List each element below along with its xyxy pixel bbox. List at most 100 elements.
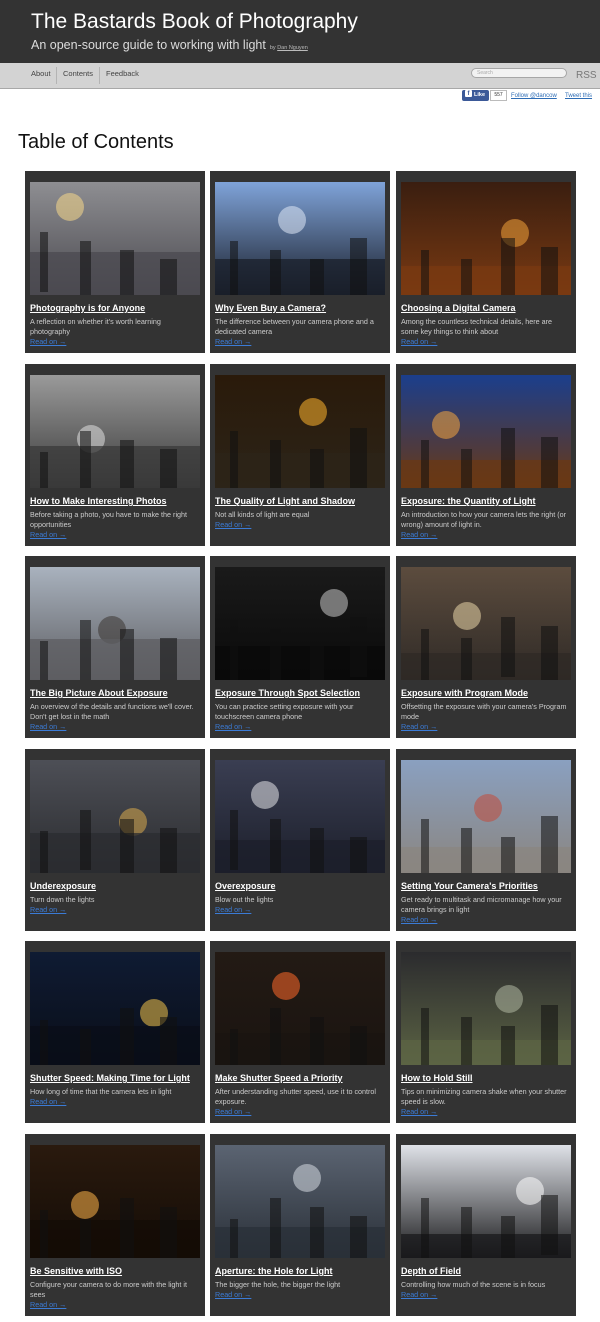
toc-card[interactable]: Underexposure Turn down the lights Read on…: [25, 749, 205, 931]
facebook-like-button[interactable]: f Like: [462, 90, 489, 101]
read-on-link[interactable]: Read on →: [30, 722, 66, 731]
nav-about-link[interactable]: About: [31, 69, 51, 78]
toc-card[interactable]: Why Even Buy a Camera? The difference bet…: [210, 171, 390, 353]
page-title: Table of Contents: [18, 131, 174, 153]
city-crosswalk-sunset-photo[interactable]: [30, 182, 200, 295]
search-input[interactable]: [471, 68, 567, 78]
toc-card-title-link[interactable]: Exposure with Program Mode: [401, 688, 573, 698]
follow-link[interactable]: Follow @dancow: [511, 93, 557, 99]
colosseum-night-photo[interactable]: [401, 375, 571, 488]
byline-author-link[interactable]: Dan Nguyen: [277, 45, 308, 51]
toc-card-title-link[interactable]: Setting Your Camera's Priorities: [401, 881, 573, 891]
dark-alley-photo[interactable]: [215, 567, 385, 680]
toc-card-description: After understanding shutter speed, use i…: [215, 1087, 385, 1117]
basketball-gym-photo[interactable]: [30, 375, 200, 488]
read-on-link[interactable]: Read on →: [401, 530, 437, 539]
toc-card-title-link[interactable]: Choosing a Digital Camera: [401, 303, 573, 313]
toc-card-title-link[interactable]: Be Sensitive with ISO: [30, 1266, 202, 1276]
toc-card[interactable]: The Quality of Light and Shadow Not all k…: [210, 364, 390, 546]
rainy-street-photo[interactable]: [30, 760, 200, 873]
city-skyline-rooftop-photo[interactable]: [30, 567, 200, 680]
toc-card-description-text: Tips on minimizing camera shake when you…: [401, 1087, 567, 1106]
phone-photographer-silhouette-photo[interactable]: [215, 182, 385, 295]
read-on-link[interactable]: Read on →: [401, 722, 437, 731]
toc-card-description: You can practice setting exposure with y…: [215, 702, 385, 732]
toc-card[interactable]: Overexposure Blow out the lights Read on →: [210, 749, 390, 931]
read-on-link[interactable]: Read on →: [215, 722, 251, 731]
tagline-text: An open-source guide to working with lig…: [31, 38, 266, 52]
read-on-link[interactable]: Read on →: [401, 1290, 437, 1299]
toc-card[interactable]: Choosing a Digital Camera Among the count…: [396, 171, 576, 353]
nav-contents-link[interactable]: Contents: [63, 69, 93, 78]
toc-card-title-link[interactable]: How to Hold Still: [401, 1073, 573, 1083]
toc-card-description-text: Offsetting the exposure with your camera…: [401, 702, 567, 721]
read-on-link[interactable]: Read on →: [215, 1107, 251, 1116]
read-on-link[interactable]: Read on →: [401, 1107, 437, 1116]
read-on-link[interactable]: Read on →: [30, 905, 66, 914]
toc-card[interactable]: Exposure Through Spot Selection You can p…: [210, 556, 390, 738]
toc-card[interactable]: Aperture: the Hole for Light The bigger t…: [210, 1134, 390, 1316]
tweet-link[interactable]: Tweet this: [565, 93, 592, 99]
toc-card[interactable]: Exposure with Program Mode Offsetting the…: [396, 556, 576, 738]
nav-divider: [56, 67, 57, 84]
toc-card-description-text: Get ready to multitask and micromanage h…: [401, 895, 562, 914]
read-on-link[interactable]: Read on →: [30, 337, 66, 346]
toc-card[interactable]: Photography is for Anyone A reflection on…: [25, 171, 205, 353]
police-officers-photo[interactable]: [215, 760, 385, 873]
read-on-link[interactable]: Read on →: [401, 337, 437, 346]
read-on-link[interactable]: Read on →: [30, 530, 66, 539]
toc-card[interactable]: Shutter Speed: Making Time for Light How …: [25, 941, 205, 1123]
toc-card-title-link[interactable]: Photography is for Anyone: [30, 303, 202, 313]
toc-card-title-link[interactable]: Why Even Buy a Camera?: [215, 303, 387, 313]
toc-card-description-text: After understanding shutter speed, use i…: [215, 1087, 377, 1106]
nav-divider: [99, 67, 100, 84]
site-title[interactable]: The Bastards Book of Photography: [31, 10, 358, 34]
read-on-link[interactable]: Read on →: [30, 1300, 66, 1309]
toc-card-title-link[interactable]: The Quality of Light and Shadow: [215, 496, 387, 506]
read-on-link[interactable]: Read on →: [215, 905, 251, 914]
toc-card-description-text: How long of time that the camera lets in…: [30, 1087, 172, 1096]
toc-card-title-link[interactable]: Exposure Through Spot Selection: [215, 688, 387, 698]
cloudy-skyline-photo[interactable]: [215, 1145, 385, 1258]
toc-card[interactable]: Exposure: the Quantity of Light An introd…: [396, 364, 576, 546]
toc-card-title-link[interactable]: The Big Picture About Exposure: [30, 688, 202, 698]
rss-link[interactable]: RSS: [576, 70, 597, 81]
toc-card-title-link[interactable]: Shutter Speed: Making Time for Light: [30, 1073, 202, 1083]
concert-crowd-photo[interactable]: [401, 1145, 571, 1258]
read-on-link[interactable]: Read on →: [215, 520, 251, 529]
read-on-link[interactable]: Read on →: [215, 1290, 251, 1299]
toc-card-title-link[interactable]: Aperture: the Hole for Light: [215, 1266, 387, 1276]
toc-card-description: Get ready to multitask and micromanage h…: [401, 895, 571, 925]
toc-card-title-link[interactable]: Make Shutter Speed a Priority: [215, 1073, 387, 1083]
read-on-link[interactable]: Read on →: [401, 915, 437, 924]
like-label: Like: [474, 92, 486, 98]
toc-card[interactable]: Setting Your Camera's Priorities Get read…: [396, 749, 576, 931]
toc-card-description-text: An introduction to how your camera lets …: [401, 510, 566, 529]
toc-card-title-link[interactable]: How to Make Interesting Photos: [30, 496, 202, 506]
toc-card-title-link[interactable]: Depth of Field: [401, 1266, 573, 1276]
toc-card[interactable]: Be Sensitive with ISO Configure your came…: [25, 1134, 205, 1316]
toc-card[interactable]: How to Make Interesting Photos Before tak…: [25, 364, 205, 546]
parade-crowd-photo[interactable]: [401, 760, 571, 873]
night-street-shops-photo[interactable]: [30, 1145, 200, 1258]
times-square-traffic-photo[interactable]: [215, 952, 385, 1065]
read-on-link[interactable]: Read on →: [30, 1097, 66, 1106]
toc-card-description: The difference between your camera phone…: [215, 317, 385, 347]
toc-card[interactable]: The Big Picture About Exposure An overvie…: [25, 556, 205, 738]
bowling-alley-photo[interactable]: [401, 182, 571, 295]
toc-card[interactable]: Depth of Field Controlling how much of th…: [396, 1134, 576, 1316]
toc-card-description-text: Blow out the lights: [215, 895, 274, 904]
eiffel-tower-night-photo[interactable]: [30, 952, 200, 1065]
nav-feedback-link[interactable]: Feedback: [106, 69, 139, 78]
toc-card-description-text: Turn down the lights: [30, 895, 95, 904]
toc-card[interactable]: How to Hold Still Tips on minimizing came…: [396, 941, 576, 1123]
toc-card[interactable]: Make Shutter Speed a Priority After under…: [210, 941, 390, 1123]
toc-card-description: An introduction to how your camera lets …: [401, 510, 571, 540]
toc-card-title-link[interactable]: Overexposure: [215, 881, 387, 891]
read-on-link[interactable]: Read on →: [215, 337, 251, 346]
ferry-sunset-photo[interactable]: [215, 375, 385, 488]
toc-card-title-link[interactable]: Exposure: the Quantity of Light: [401, 496, 573, 506]
florence-statue-night-photo[interactable]: [401, 567, 571, 680]
bridge-photographer-photo[interactable]: [401, 952, 571, 1065]
toc-card-title-link[interactable]: Underexposure: [30, 881, 202, 891]
